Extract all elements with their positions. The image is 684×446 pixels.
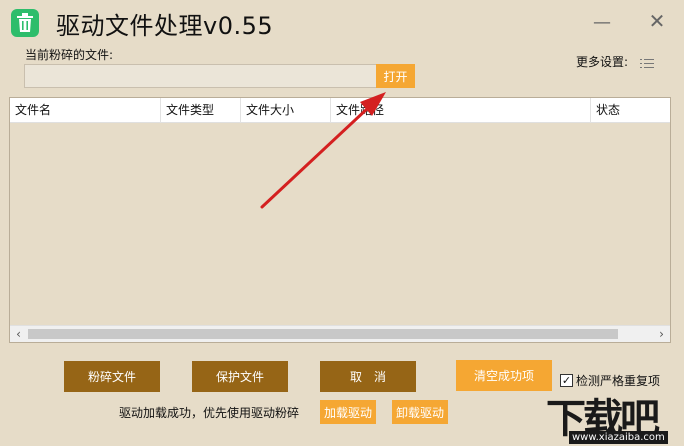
menu-list-icon[interactable] [640,57,654,71]
cancel-button[interactable]: 取 消 [320,361,416,392]
load-driver-button[interactable]: 加载驱动 [320,400,376,424]
file-list-table[interactable]: 文件名 文件类型 文件大小 文件路径 状态 ‹ › [9,97,671,343]
horizontal-scrollbar[interactable]: ‹ › [10,325,670,342]
more-settings-label: 更多设置: [576,55,629,69]
scroll-right-icon[interactable]: › [653,326,670,342]
watermark-url: www.xiazaiba.com [569,431,668,444]
clear-success-button[interactable]: 清空成功项 [456,360,552,391]
shred-file-button[interactable]: 粉碎文件 [64,361,160,392]
close-button[interactable]: ✕ [647,11,667,31]
open-button[interactable]: 打开 [376,64,415,88]
file-path-input[interactable] [24,64,377,88]
scrollbar-thumb[interactable] [28,329,618,339]
current-file-label: 当前粉碎的文件: [25,48,114,62]
scroll-left-icon[interactable]: ‹ [10,326,27,342]
column-header-status[interactable]: 状态 [591,98,670,123]
minimize-button[interactable]: — [592,14,612,32]
app-trash-icon [11,9,39,37]
unload-driver-button[interactable]: 卸载驱动 [392,400,448,424]
column-header-filetype[interactable]: 文件类型 [161,98,241,123]
window-title: 驱动文件处理v0.55 [56,12,274,40]
column-header-filepath[interactable]: 文件路径 [331,98,591,123]
protect-file-button[interactable]: 保护文件 [192,361,288,392]
column-header-filename[interactable]: 文件名 [10,98,161,123]
status-message: 驱动加载成功，优先使用驱动粉碎 [119,406,300,420]
table-header: 文件名 文件类型 文件大小 文件路径 状态 [10,98,670,123]
column-header-filesize[interactable]: 文件大小 [241,98,331,123]
